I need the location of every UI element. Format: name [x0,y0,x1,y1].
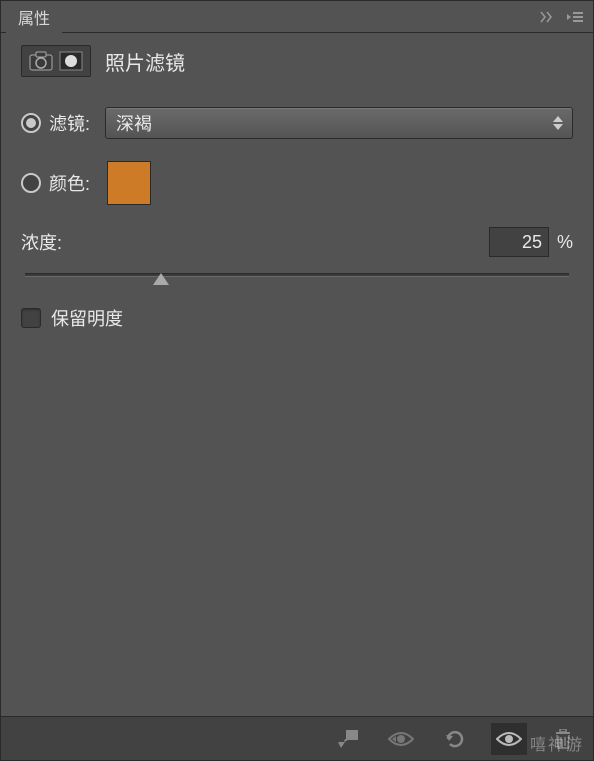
delete-icon[interactable] [545,723,581,755]
filter-dropdown[interactable]: 深褐 [105,107,573,139]
toggle-visibility-icon[interactable] [491,723,527,755]
panel-header: 属性 [1,1,593,33]
view-previous-state-icon[interactable] [383,723,419,755]
panel-tab-properties[interactable]: 属性 [6,1,62,33]
clip-to-layer-icon[interactable] [329,723,365,755]
preserve-luminosity-row: 保留明度 [21,305,573,331]
panel-menu-icon[interactable] [564,5,588,29]
panel-footer [1,716,593,760]
color-swatch[interactable] [107,161,151,205]
photo-filter-icon[interactable] [28,50,54,72]
filter-label: 滤镜: [49,110,97,136]
adjustment-type-label: 照片滤镜 [105,47,185,76]
panel-body: 照片滤镜 滤镜: 深褐 颜色: 浓度: % [1,33,593,716]
preserve-luminosity-checkbox[interactable] [21,308,41,328]
density-label: 浓度: [21,229,69,255]
preserve-luminosity-label: 保留明度 [51,305,123,331]
properties-panel: 属性 [0,0,594,761]
mask-icon[interactable] [58,50,84,72]
reset-icon[interactable] [437,723,473,755]
density-section: 浓度: % [21,227,573,285]
filter-dropdown-value: 深褐 [116,110,152,136]
filter-radio[interactable] [21,113,41,133]
density-slider[interactable] [25,265,569,285]
slider-track [25,273,569,277]
color-label: 颜色: [49,170,97,196]
adjustment-icon-group [21,45,91,77]
adjustment-title-row: 照片滤镜 [21,45,573,77]
collapse-icon[interactable] [536,5,560,29]
density-input[interactable] [489,227,549,257]
density-row: 浓度: % [21,227,573,257]
color-option-row: 颜色: [21,161,573,205]
slider-thumb[interactable] [153,273,169,285]
color-radio[interactable] [21,173,41,193]
dropdown-arrows-icon [552,116,564,130]
density-value-wrap: % [489,227,573,257]
percent-label: % [557,232,573,253]
filter-option-row: 滤镜: 深褐 [21,107,573,139]
